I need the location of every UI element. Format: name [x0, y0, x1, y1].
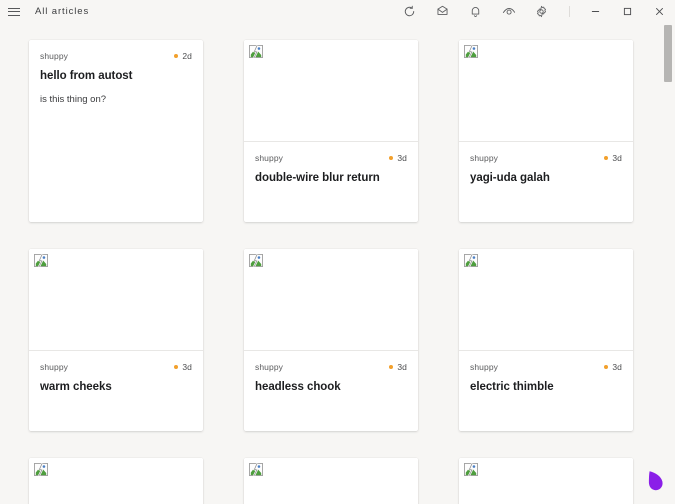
article-meta: shuppy 3d: [470, 361, 622, 373]
article-title: electric thimble: [470, 381, 554, 393]
article-author: shuppy: [470, 362, 499, 372]
article-meta: shuppy 3d: [255, 152, 407, 164]
article-age: 3d: [604, 153, 622, 163]
article-thumbnail: [459, 249, 633, 351]
unread-dot-icon: [389, 365, 394, 369]
article-body: shuppy 2d hello from autost is this thing o…: [29, 40, 203, 222]
broken-image-icon: [34, 254, 48, 267]
minimize-button[interactable]: [579, 0, 611, 23]
refresh-icon[interactable]: [393, 0, 426, 23]
article-age-text: 3d: [612, 362, 622, 372]
article-age: 2d: [174, 51, 192, 61]
titlebar-left: All articles: [0, 0, 89, 23]
article-age-text: 3d: [397, 362, 407, 372]
gear-icon[interactable]: [525, 0, 558, 23]
app-window: All articles shuppy 2d hello from autost…: [0, 0, 675, 504]
article-title: headless chook: [255, 381, 341, 393]
page-title: All articles: [35, 6, 90, 17]
article-thumbnail: [459, 458, 633, 504]
article-thumbnail: [29, 249, 203, 351]
broken-image-icon: [249, 463, 263, 476]
article-body: shuppy 3d warm cheeks: [29, 351, 203, 431]
article-thumbnail: [459, 40, 633, 142]
article-thumbnail: [29, 458, 203, 504]
unread-dot-icon: [389, 156, 394, 160]
article-thumbnail: [244, 40, 418, 142]
titlebar: All articles: [0, 0, 675, 23]
article-title: double-wire blur return: [255, 172, 380, 184]
article-author: shuppy: [255, 362, 284, 372]
hamburger-bar-2: [8, 11, 20, 12]
inbox-icon[interactable]: [426, 0, 459, 23]
article-meta: shuppy 3d: [255, 361, 407, 373]
article-title: warm cheeks: [40, 381, 112, 393]
titlebar-actions: [393, 0, 675, 23]
article-title: yagi-uda galah: [470, 172, 550, 184]
article-thumbnail: [244, 458, 418, 504]
maximize-button[interactable]: [611, 0, 643, 23]
article-author: shuppy: [255, 153, 284, 163]
article-body: shuppy 3d electric thimble: [459, 351, 633, 431]
article-title: hello from autost: [40, 70, 133, 82]
article-body: shuppy 3d double-wire blur return: [244, 142, 418, 222]
article-age-text: 2d: [182, 51, 192, 61]
hamburger-bar-1: [8, 7, 20, 9]
broken-image-icon: [249, 45, 263, 58]
article-card[interactable]: [244, 458, 418, 504]
article-meta: shuppy 3d: [470, 152, 622, 164]
article-age-text: 3d: [182, 362, 192, 372]
broken-image-icon: [464, 463, 478, 476]
article-age-text: 3d: [397, 153, 407, 163]
article-card[interactable]: shuppy 3d headless chook: [244, 249, 418, 431]
eye-icon[interactable]: [492, 0, 525, 23]
vertical-scrollbar-thumb[interactable]: [664, 25, 672, 82]
article-card[interactable]: shuppy 3d double-wire blur return: [244, 40, 418, 222]
article-age: 3d: [604, 362, 622, 372]
article-age: 3d: [389, 153, 407, 163]
unread-dot-icon: [604, 156, 609, 160]
titlebar-divider: [569, 6, 570, 17]
hamburger-bar-3: [8, 14, 20, 16]
broken-image-icon: [249, 254, 263, 267]
unread-dot-icon: [174, 54, 179, 58]
bell-icon[interactable]: [459, 0, 492, 23]
article-card[interactable]: shuppy 2d hello from autost is this thing o…: [29, 40, 203, 222]
article-age-text: 3d: [612, 153, 622, 163]
article-meta: shuppy 3d: [40, 361, 192, 373]
article-author: shuppy: [470, 153, 499, 163]
article-card[interactable]: shuppy 3d yagi-uda galah: [459, 40, 633, 222]
article-body: shuppy 3d headless chook: [244, 351, 418, 431]
article-card[interactable]: [29, 458, 203, 504]
unread-dot-icon: [604, 365, 609, 369]
article-age: 3d: [174, 362, 192, 372]
close-button[interactable]: [643, 0, 675, 23]
unread-dot-icon: [174, 365, 179, 369]
article-author: shuppy: [40, 362, 69, 372]
article-body: shuppy 3d yagi-uda galah: [459, 142, 633, 222]
article-age: 3d: [389, 362, 407, 372]
broken-image-icon: [464, 254, 478, 267]
article-card[interactable]: [459, 458, 633, 504]
vertical-scrollbar-track[interactable]: [661, 23, 675, 504]
article-card[interactable]: shuppy 3d electric thimble: [459, 249, 633, 431]
broken-image-icon: [34, 463, 48, 476]
articles-scroll-area[interactable]: shuppy 2d hello from autost is this thing o…: [0, 23, 675, 504]
article-meta: shuppy 2d: [40, 50, 192, 62]
article-thumbnail: [244, 249, 418, 351]
article-excerpt: is this thing on?: [40, 94, 107, 105]
hamburger-menu-icon[interactable]: [0, 0, 28, 23]
article-author: shuppy: [40, 51, 69, 61]
articles-grid: shuppy 2d hello from autost is this thing o…: [0, 23, 660, 504]
article-card[interactable]: shuppy 3d warm cheeks: [29, 249, 203, 431]
broken-image-icon: [464, 45, 478, 58]
